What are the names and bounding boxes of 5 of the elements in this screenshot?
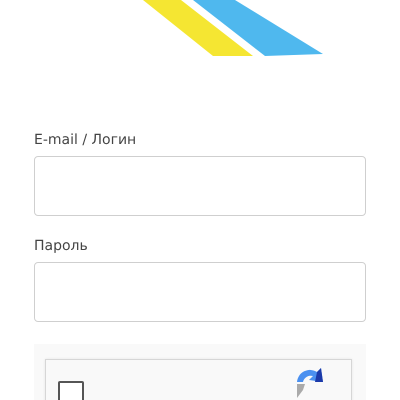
field-label: Пароль — [34, 238, 89, 254]
input-field[interactable] — [34, 262, 366, 322]
input-field[interactable] — [34, 156, 366, 216]
checkbox[interactable] — [58, 381, 84, 400]
field-label: E-mail / Логин — [34, 132, 138, 148]
